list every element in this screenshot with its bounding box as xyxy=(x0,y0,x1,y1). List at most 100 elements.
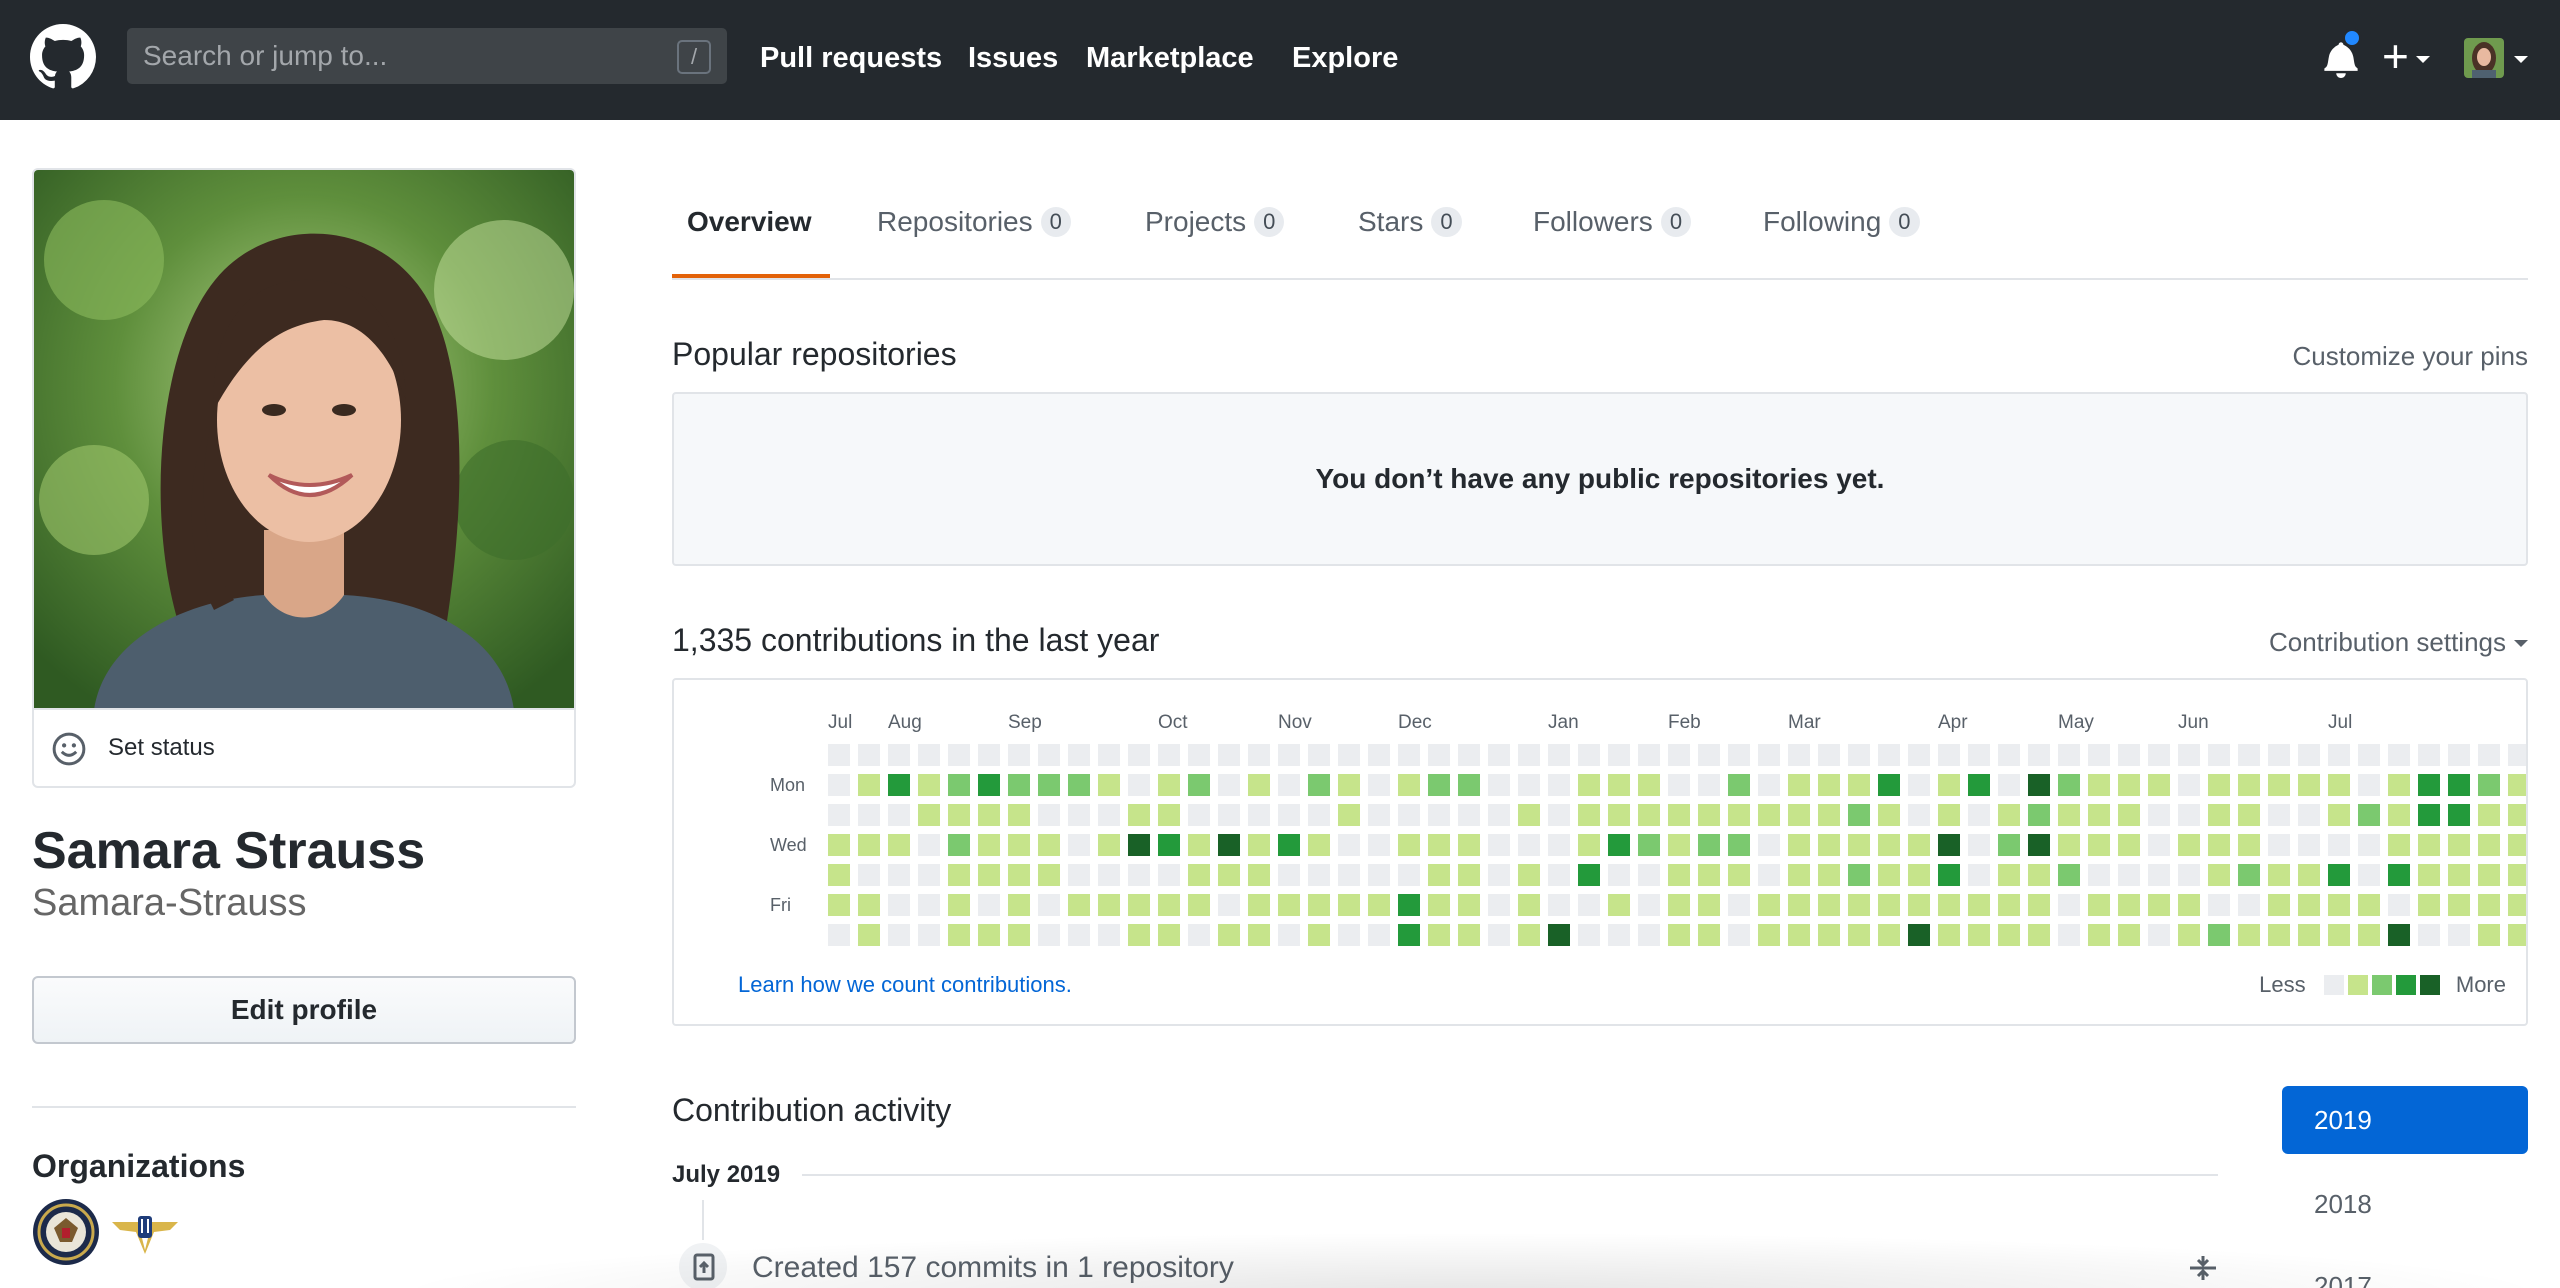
contribution-day-cell[interactable] xyxy=(1518,744,1540,766)
contribution-day-cell[interactable] xyxy=(1428,804,1450,826)
contribution-day-cell[interactable] xyxy=(1278,924,1300,946)
contribution-day-cell[interactable] xyxy=(2478,894,2500,916)
contribution-day-cell[interactable] xyxy=(1308,744,1330,766)
contribution-day-cell[interactable] xyxy=(2508,834,2526,856)
contribution-day-cell[interactable] xyxy=(1668,744,1690,766)
contribution-day-cell[interactable] xyxy=(2238,894,2260,916)
contribution-day-cell[interactable] xyxy=(1698,744,1720,766)
contribution-day-cell[interactable] xyxy=(2148,804,2170,826)
customize-pins-link[interactable]: Customize your pins xyxy=(2292,336,2528,376)
contribution-day-cell[interactable] xyxy=(1368,804,1390,826)
activity-item-text[interactable]: Created 157 commits in 1 repository xyxy=(752,1248,1234,1288)
contribution-day-cell[interactable] xyxy=(1278,864,1300,886)
contribution-day-cell[interactable] xyxy=(1008,894,1030,916)
contribution-day-cell[interactable] xyxy=(2058,864,2080,886)
contribution-day-cell[interactable] xyxy=(1218,774,1240,796)
contribution-day-cell[interactable] xyxy=(1308,804,1330,826)
contribution-day-cell[interactable] xyxy=(1368,834,1390,856)
contribution-day-cell[interactable] xyxy=(2298,924,2320,946)
contribution-day-cell[interactable] xyxy=(2328,894,2350,916)
contribution-day-cell[interactable] xyxy=(1248,894,1270,916)
contribution-day-cell[interactable] xyxy=(1608,834,1630,856)
contribution-day-cell[interactable] xyxy=(828,774,850,796)
contribution-day-cell[interactable] xyxy=(1188,864,1210,886)
contribution-day-cell[interactable] xyxy=(2478,864,2500,886)
contribution-day-cell[interactable] xyxy=(1908,924,1930,946)
contribution-day-cell[interactable] xyxy=(2088,804,2110,826)
contribution-day-cell[interactable] xyxy=(1308,864,1330,886)
contribution-day-cell[interactable] xyxy=(2148,924,2170,946)
contribution-day-cell[interactable] xyxy=(1728,834,1750,856)
contribution-day-cell[interactable] xyxy=(2148,774,2170,796)
contribution-day-cell[interactable] xyxy=(1008,774,1030,796)
tab-repositories[interactable]: Repositories 0 xyxy=(877,200,1071,280)
contribution-day-cell[interactable] xyxy=(2418,894,2440,916)
contribution-day-cell[interactable] xyxy=(2238,834,2260,856)
contribution-day-cell[interactable] xyxy=(918,924,940,946)
contribution-day-cell[interactable] xyxy=(1848,744,1870,766)
contribution-day-cell[interactable] xyxy=(1818,924,1840,946)
contribution-day-cell[interactable] xyxy=(1878,744,1900,766)
contribution-day-cell[interactable] xyxy=(1638,834,1660,856)
contribution-day-cell[interactable] xyxy=(948,924,970,946)
contribution-day-cell[interactable] xyxy=(1008,834,1030,856)
contribution-day-cell[interactable] xyxy=(1428,834,1450,856)
contribution-day-cell[interactable] xyxy=(1518,774,1540,796)
contribution-day-cell[interactable] xyxy=(1818,864,1840,886)
contribution-day-cell[interactable] xyxy=(2298,894,2320,916)
contribution-day-cell[interactable] xyxy=(1788,864,1810,886)
contribution-day-cell[interactable] xyxy=(1008,924,1030,946)
contribution-day-cell[interactable] xyxy=(1188,774,1210,796)
contribution-day-cell[interactable] xyxy=(2028,744,2050,766)
contribution-day-cell[interactable] xyxy=(1758,864,1780,886)
contribution-day-cell[interactable] xyxy=(2028,864,2050,886)
contribution-day-cell[interactable] xyxy=(1428,774,1450,796)
contribution-day-cell[interactable] xyxy=(1698,774,1720,796)
contribution-day-cell[interactable] xyxy=(1698,834,1720,856)
contribution-day-cell[interactable] xyxy=(1398,894,1420,916)
contribution-day-cell[interactable] xyxy=(1248,804,1270,826)
contribution-day-cell[interactable] xyxy=(2388,924,2410,946)
contribution-day-cell[interactable] xyxy=(1368,774,1390,796)
contribution-day-cell[interactable] xyxy=(1158,804,1180,826)
tab-projects[interactable]: Projects 0 xyxy=(1145,200,1285,280)
contribution-day-cell[interactable] xyxy=(2388,864,2410,886)
contribution-day-cell[interactable] xyxy=(2358,804,2380,826)
contribution-day-cell[interactable] xyxy=(2448,804,2470,826)
search-input[interactable]: Search or jump to... / xyxy=(127,28,727,84)
contribution-day-cell[interactable] xyxy=(1338,744,1360,766)
organization-seal-avatar[interactable] xyxy=(32,1198,100,1266)
contribution-day-cell[interactable] xyxy=(1068,834,1090,856)
contribution-day-cell[interactable] xyxy=(1068,864,1090,886)
contribution-day-cell[interactable] xyxy=(1518,924,1540,946)
contribution-day-cell[interactable] xyxy=(1098,924,1120,946)
contribution-day-cell[interactable] xyxy=(1398,804,1420,826)
contribution-day-cell[interactable] xyxy=(1308,834,1330,856)
contribution-day-cell[interactable] xyxy=(2268,864,2290,886)
contribution-day-cell[interactable] xyxy=(1608,924,1630,946)
contribution-day-cell[interactable] xyxy=(1128,774,1150,796)
contribution-day-cell[interactable] xyxy=(1938,744,1960,766)
contribution-day-cell[interactable] xyxy=(2088,864,2110,886)
contribution-day-cell[interactable] xyxy=(1638,864,1660,886)
contribution-day-cell[interactable] xyxy=(2358,774,2380,796)
contribution-day-cell[interactable] xyxy=(978,774,1000,796)
contribution-day-cell[interactable] xyxy=(1128,744,1150,766)
contribution-day-cell[interactable] xyxy=(1938,864,1960,886)
contribution-day-cell[interactable] xyxy=(1068,894,1090,916)
contribution-day-cell[interactable] xyxy=(1248,744,1270,766)
contribution-day-cell[interactable] xyxy=(858,834,880,856)
contribution-day-cell[interactable] xyxy=(2508,924,2526,946)
contribution-day-cell[interactable] xyxy=(1548,834,1570,856)
contribution-day-cell[interactable] xyxy=(1158,774,1180,796)
contribution-day-cell[interactable] xyxy=(1368,744,1390,766)
contribution-day-cell[interactable] xyxy=(1908,804,1930,826)
contribution-day-cell[interactable] xyxy=(1458,894,1480,916)
contribution-day-cell[interactable] xyxy=(1758,924,1780,946)
contribution-day-cell[interactable] xyxy=(1818,744,1840,766)
contribution-day-cell[interactable] xyxy=(888,804,910,826)
contribution-day-cell[interactable] xyxy=(1338,834,1360,856)
contribution-day-cell[interactable] xyxy=(2298,864,2320,886)
contribution-day-cell[interactable] xyxy=(1878,864,1900,886)
contribution-day-cell[interactable] xyxy=(1308,894,1330,916)
